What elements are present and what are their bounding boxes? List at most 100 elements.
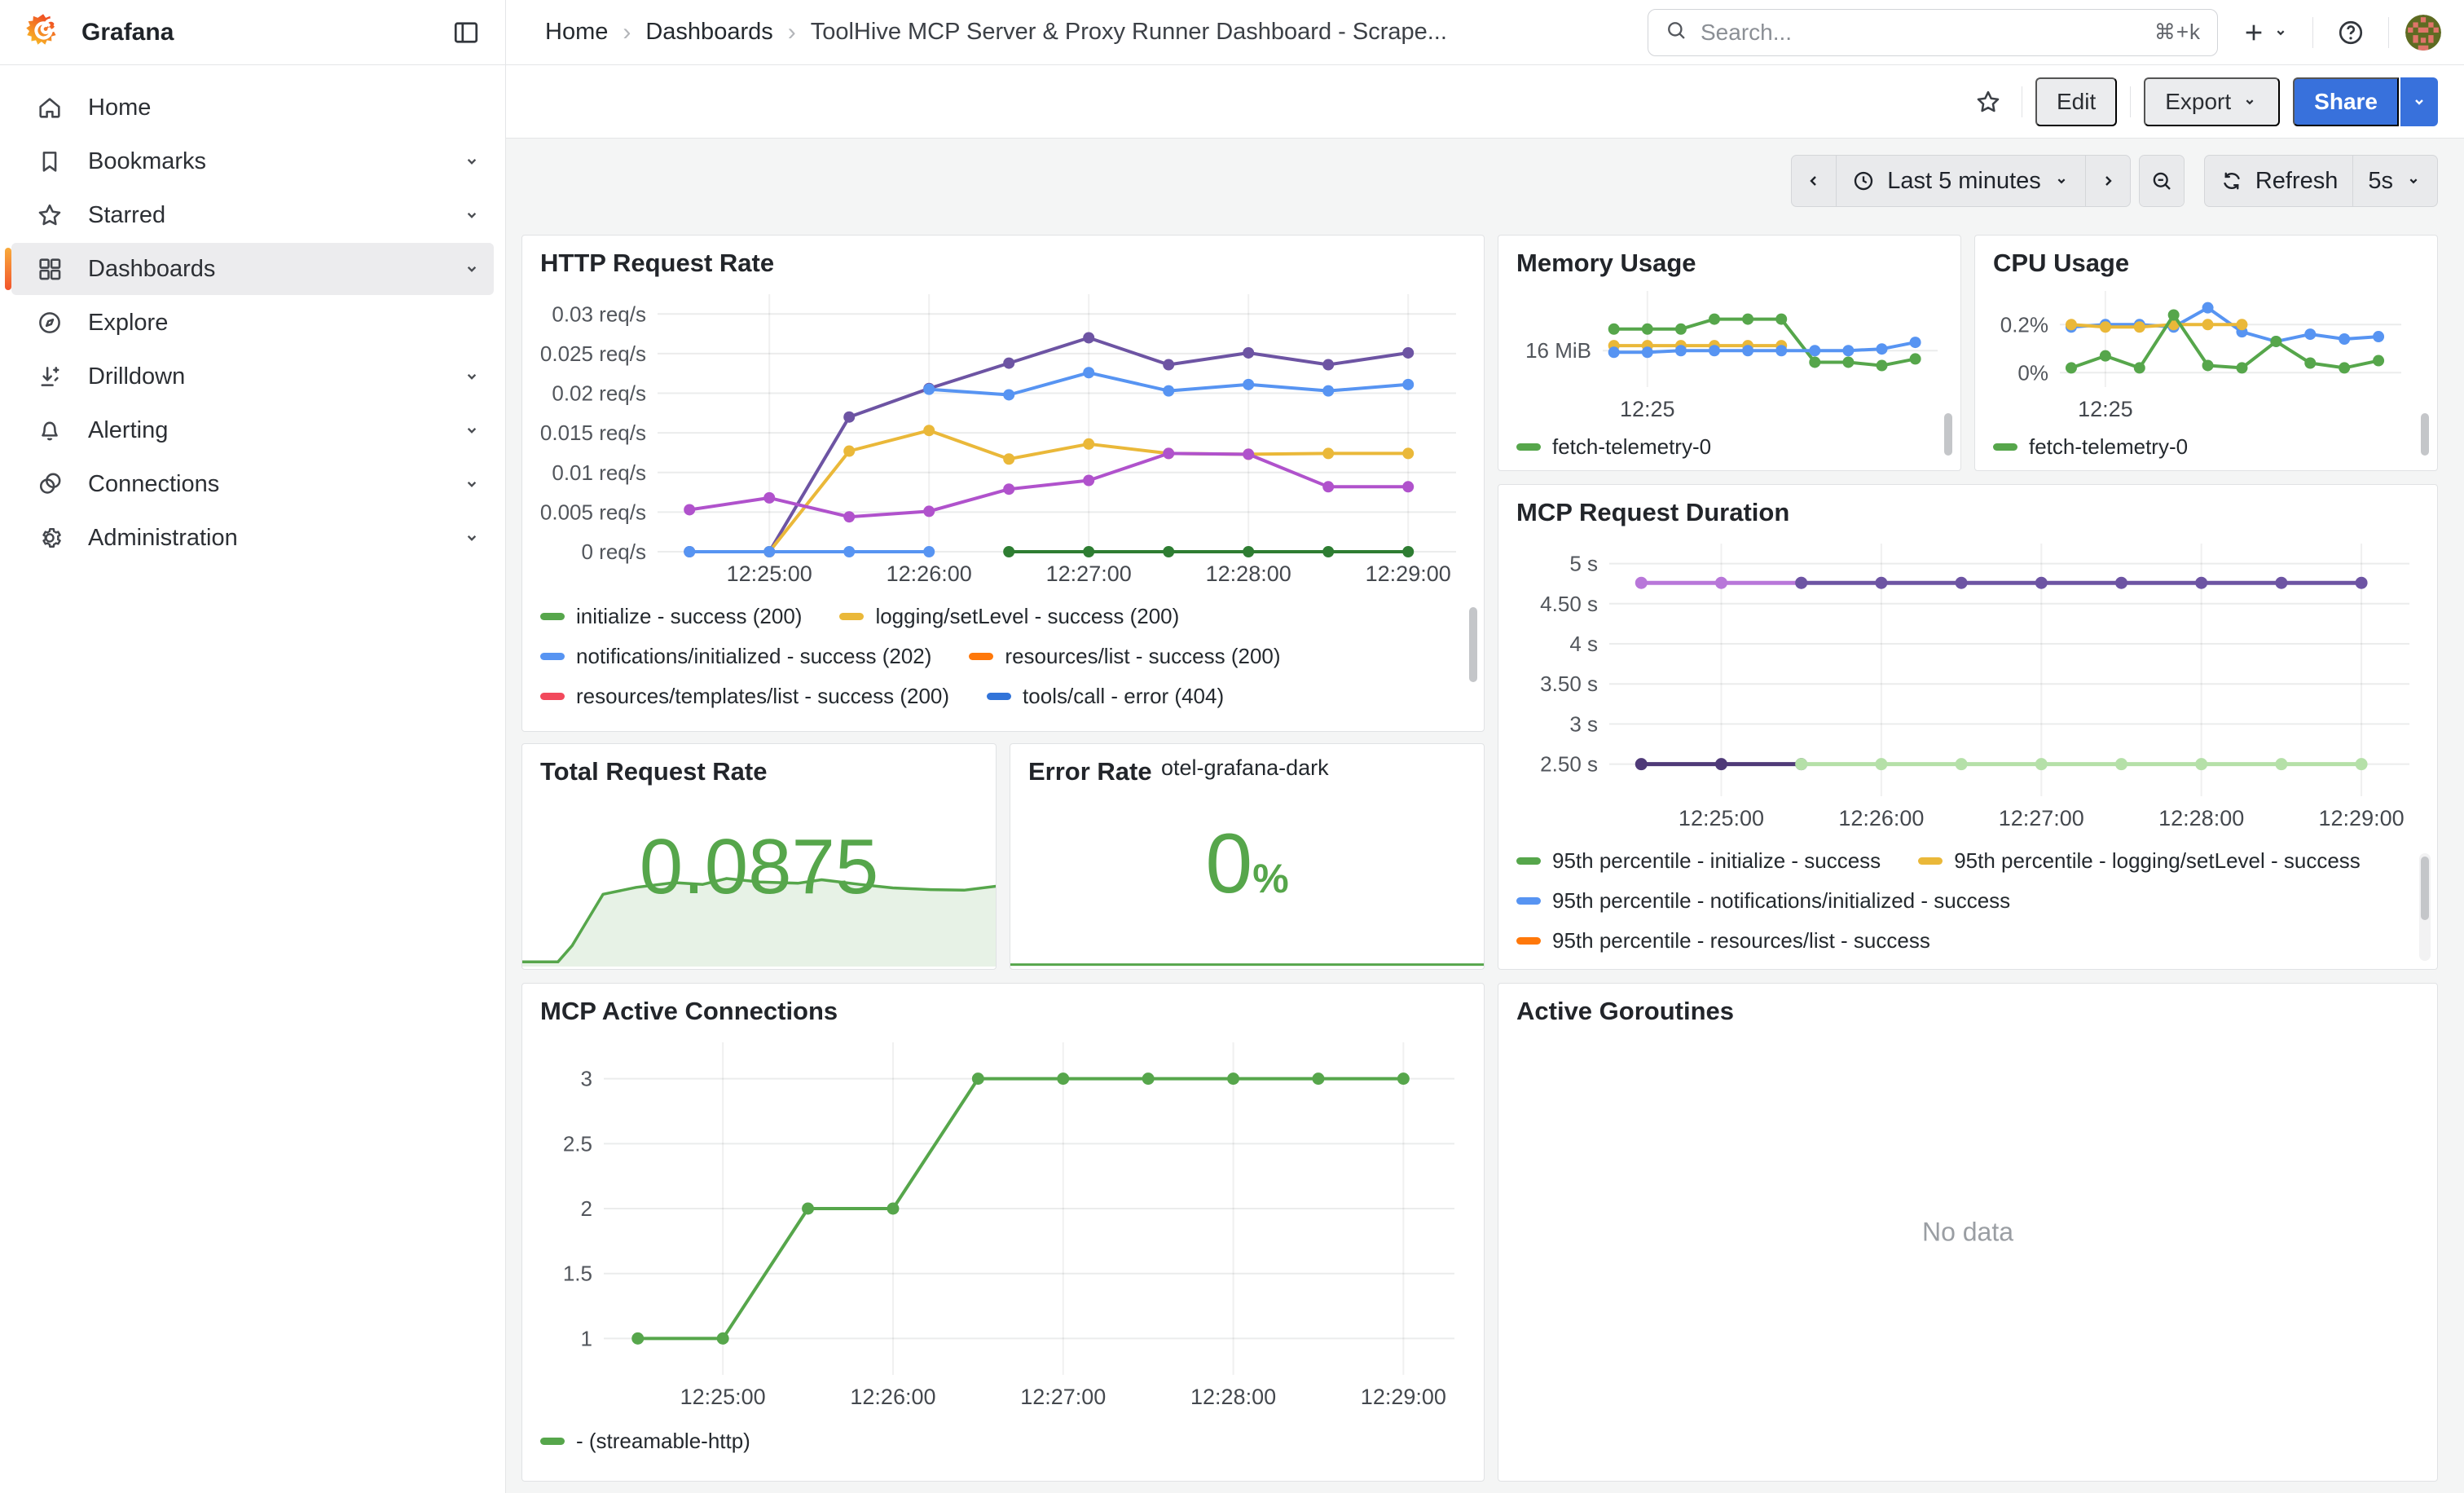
chevron-down-icon[interactable] [461,205,482,226]
legend-scrollbar[interactable] [2421,413,2429,456]
sidebar-item-alerting[interactable]: Alerting [11,404,494,456]
sidebar-toggle-icon[interactable] [445,11,487,54]
y-axis-label: 5 s [1569,552,1598,576]
time-forward-button[interactable] [2086,156,2130,206]
brand-title[interactable]: Grafana [81,19,174,46]
chevron-down-icon[interactable] [461,151,482,172]
legend-item[interactable]: 95th percentile - resources/list - succe… [1516,921,1930,957]
search-input[interactable] [1701,20,2141,46]
time-range-picker[interactable]: Last 5 minutes [1837,156,2085,206]
share-button[interactable]: Share [2293,77,2399,126]
legend-item[interactable]: 95th percentile - initialize - success [1516,841,1881,881]
legend-label: - (streamable-http) [576,1429,750,1454]
sidebar-item-drilldown[interactable]: Drilldown [11,350,494,403]
time-series-chart[interactable]: 12:250.2%0% [1988,283,2424,425]
sidebar-item-label: Home [88,95,151,121]
legend-scrollbar[interactable] [2421,857,2429,920]
grid-icon [36,255,64,283]
avatar[interactable] [2405,15,2441,51]
x-axis-label: 12:25:00 [727,562,812,586]
legend-item[interactable]: resources/templates/list - success (200) [540,676,949,716]
sidebar-item-home[interactable]: Home [11,81,494,134]
legend-label: notifications/initialized - success (202… [576,644,931,669]
panel-title[interactable]: CPU Usage [1993,249,2129,278]
panel-http-request-rate: HTTP Request Rate 12:25:0012:26:0012:27:… [521,235,1485,732]
refresh-interval-picker[interactable]: 5s [2353,156,2437,206]
time-series-chart[interactable]: 12:2516 MiB [1511,283,1947,425]
compass-icon [36,309,64,337]
sidebar-item-starred[interactable]: Starred [11,189,494,241]
legend-item[interactable]: notifications/initialized - success (202… [540,636,931,676]
chevron-down-icon[interactable] [461,473,482,495]
add-button[interactable] [2234,13,2296,52]
chevron-down-icon[interactable] [461,366,482,387]
panel-active-goroutines: Active Goroutines No data [1498,983,2438,1482]
time-series-chart[interactable]: 12:25:0012:26:0012:27:0012:28:0012:29:00… [535,283,1471,595]
chevron-down-icon[interactable] [461,527,482,548]
panel-title[interactable]: Total Request Rate [540,757,767,786]
legend-item[interactable]: tools/call - success (200) [540,716,809,722]
legend-label: initialize - success (200) [576,604,802,629]
search-box[interactable]: ⌘+k [1648,9,2218,56]
sidebar-item-label: Connections [88,471,219,498]
sidebar-item-administration[interactable]: Administration [11,512,494,564]
legend-item[interactable]: fetch-telemetry-0 [1993,427,2188,467]
legend-item[interactable]: 95th percentile - notifications/initiali… [1516,881,2010,921]
chevron-down-icon[interactable] [461,258,482,280]
refresh-button[interactable]: Refresh [2205,156,2353,206]
panel-title[interactable]: HTTP Request Rate [540,249,774,278]
divider [2388,17,2389,48]
legend-item[interactable]: - (streamable-http) [540,1421,750,1461]
legend-swatch [540,653,565,660]
time-series-chart[interactable]: 12:25:0012:26:0012:27:0012:28:0012:29:00… [535,1031,1471,1420]
panel-title[interactable]: Active Goroutines [1516,997,1734,1026]
panel-title[interactable]: MCP Request Duration [1516,498,1789,527]
y-axis-label: 3.50 s [1540,672,1598,696]
chevron-down-icon [2405,172,2422,190]
x-axis-label: 12:28:00 [1190,1385,1276,1409]
stat-value: 0% [1010,816,1484,913]
time-controls: Last 5 minutes R [1791,155,2438,207]
help-icon[interactable] [2330,11,2372,54]
time-series-chart[interactable]: 12:25:0012:26:0012:27:0012:28:0012:29:00… [1511,532,2424,839]
refresh-label: Refresh [2255,168,2339,195]
panel-title[interactable]: MCP Active Connections [540,997,838,1026]
chevron-down-icon[interactable] [461,420,482,441]
legend-label: fetch-telemetry-0 [2029,434,2188,460]
legend-swatch [839,613,864,620]
grafana-logo[interactable] [24,11,62,53]
legend-scrollbar[interactable] [1944,413,1952,456]
legend-item[interactable]: tools/call - error (404) [987,676,1224,716]
edit-button[interactable]: Edit [2035,77,2117,126]
breadcrumb-separator: › [623,19,631,46]
time-back-button[interactable] [1792,156,1836,206]
legend-scrollbar[interactable] [1469,607,1477,682]
legend-item[interactable]: tools/list - success (200) [847,716,1110,722]
breadcrumb-home[interactable]: Home [545,19,608,46]
sidebar-item-explore[interactable]: Explore [11,297,494,349]
share-options-button[interactable] [2400,77,2438,126]
sidebar-item-dashboards[interactable]: Dashboards [11,243,494,295]
breadcrumb-dashboards[interactable]: Dashboards [645,19,772,46]
x-axis-label: 12:26:00 [887,562,972,586]
legend-item[interactable]: fetch-telemetry-0 [1516,427,1711,467]
y-axis-label: 1 [581,1326,592,1350]
legend-item[interactable]: resources/list - success (200) [969,636,1280,676]
export-button[interactable]: Export [2144,77,2280,126]
panel-title[interactable]: Memory Usage [1516,249,1696,278]
y-axis-label: 4.50 s [1540,592,1598,616]
legend-item[interactable]: unknown - success (200) [1147,716,1419,722]
export-label: Export [2165,89,2231,115]
clock-icon [1851,169,1876,193]
star-dashboard-button[interactable] [1968,81,2009,122]
sidebar-item-bookmarks[interactable]: Bookmarks [11,135,494,187]
sidebar-item-connections[interactable]: Connections [11,458,494,510]
legend-item[interactable]: 95th percentile - logging/setLevel - suc… [1918,841,2361,881]
panel-title[interactable]: Error Rate [1028,757,1152,786]
x-axis-label: 12:25 [1620,397,1675,421]
x-axis-label: 12:27:00 [1020,1385,1106,1409]
zoom-out-button[interactable] [2140,156,2184,206]
legend-item[interactable]: logging/setLevel - success (200) [839,597,1179,636]
y-axis-label: 0.02 req/s [552,381,646,406]
legend-item[interactable]: initialize - success (200) [540,597,802,636]
